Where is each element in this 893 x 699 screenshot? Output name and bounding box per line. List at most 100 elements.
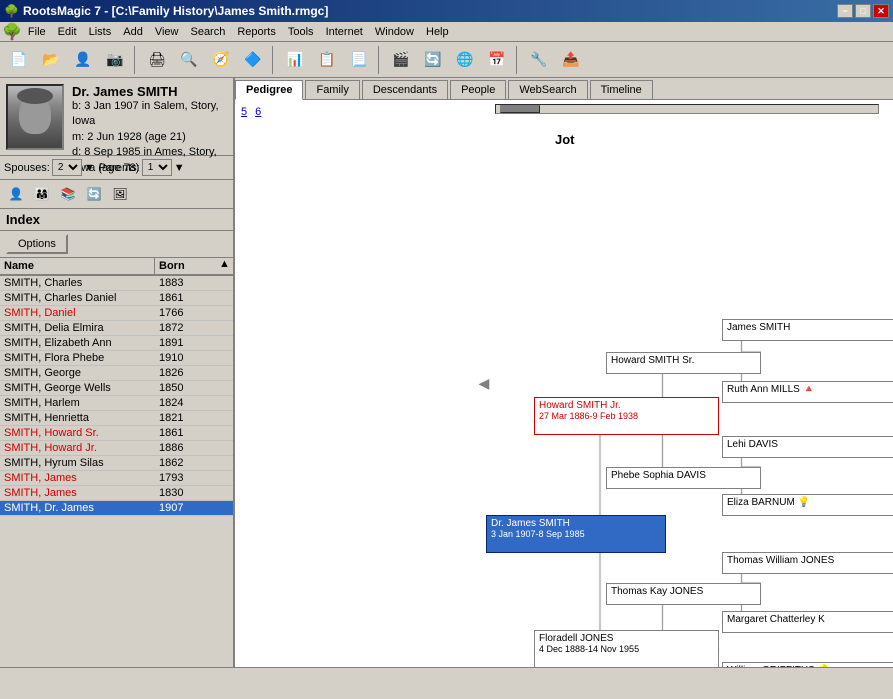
menu-reports[interactable]: Reports [231, 24, 282, 40]
camera-button[interactable]: 📷 [100, 46, 130, 74]
pedigree-box-thomas-william[interactable]: Thomas William JONES [722, 552, 893, 574]
menu-edit[interactable]: Edit [52, 24, 83, 40]
index-row[interactable]: SMITH, Daniel1766 [0, 306, 233, 321]
index-row-name: SMITH, Howard Sr. [0, 426, 155, 440]
close-button[interactable]: ✕ [873, 4, 889, 18]
diamond-button[interactable]: 🔷 [238, 46, 268, 74]
pedigree-box-phebe[interactable]: Phebe Sophia DAVIS [606, 467, 761, 489]
index-row[interactable]: SMITH, Harlem1824 [0, 396, 233, 411]
index-row[interactable]: SMITH, Charles1883 [0, 276, 233, 291]
person-sources-button[interactable]: 📚 [56, 183, 80, 205]
pedigree-box-floradell[interactable]: Floradell JONES 4 Dec 1888-14 Nov 1955 [534, 630, 719, 667]
lehi-name: Lehi DAVIS [727, 439, 893, 450]
index-table: Name Born ▲ SMITH, Charles1883SMITH, Cha… [0, 258, 233, 667]
person-info-panel: Dr. James SMITH b: 3 Jan 1907 in Salem, … [0, 78, 233, 156]
sync-button[interactable]: 🔄 [418, 46, 448, 74]
new-file-button[interactable]: 📄 [4, 46, 34, 74]
minimize-button[interactable]: − [837, 4, 853, 18]
left-panel: Dr. James SMITH b: 3 Jan 1907 in Salem, … [0, 78, 235, 667]
index-row[interactable]: SMITH, Charles Daniel1861 [0, 291, 233, 306]
menu-lists[interactable]: Lists [83, 24, 118, 40]
floradell-dates: 4 Dec 1888-14 Nov 1955 [539, 644, 714, 654]
pedigree-box-william-g[interactable]: William GRIFFITHS 💡 [722, 662, 893, 667]
index-row[interactable]: SMITH, Flora Phebe1910 [0, 351, 233, 366]
menu-tools[interactable]: Tools [282, 24, 320, 40]
pedigree-box-lehi[interactable]: Lehi DAVIS [722, 436, 893, 458]
pedigree-box-eliza[interactable]: Eliza BARNUM 💡 [722, 494, 893, 516]
menu-add[interactable]: Add [117, 24, 149, 40]
index-row[interactable]: SMITH, Howard Sr.1861 [0, 426, 233, 441]
index-row[interactable]: SMITH, James1793 [0, 471, 233, 486]
index-row[interactable]: SMITH, George Wells1850 [0, 381, 233, 396]
menu-view[interactable]: View [149, 24, 185, 40]
chart-button[interactable]: 📊 [280, 46, 310, 74]
person-media-button[interactable]: 🖼 [108, 183, 132, 205]
globe-button[interactable]: 🌐 [450, 46, 480, 74]
print-button[interactable]: 🖨 [142, 46, 172, 74]
menu-internet[interactable]: Internet [320, 24, 369, 40]
app-icon: 🌳 [4, 4, 19, 18]
maximize-button[interactable]: □ [855, 4, 871, 18]
navigate-button[interactable]: 🧭 [206, 46, 236, 74]
index-row-born: 1883 [155, 276, 233, 290]
spouses-dropdown[interactable]: 2 [52, 159, 82, 176]
index-row[interactable]: SMITH, George1826 [0, 366, 233, 381]
parents-dropdown[interactable]: 1 [142, 159, 172, 176]
person-family-button[interactable]: 👨‍👩‍👧 [30, 183, 54, 205]
tab-family[interactable]: Family [305, 80, 359, 99]
index-row[interactable]: SMITH, Dr. James1907 [0, 501, 233, 516]
search-button[interactable]: 🔍 [174, 46, 204, 74]
index-row[interactable]: SMITH, Delia Elmira1872 [0, 321, 233, 336]
pedigree-box-james-smith[interactable]: James SMITH [722, 319, 893, 341]
index-row[interactable]: SMITH, Elizabeth Ann1891 [0, 336, 233, 351]
menu-window[interactable]: Window [369, 24, 420, 40]
toolbar-separator-1 [134, 46, 138, 74]
menu-file[interactable]: File [22, 24, 52, 40]
list-button[interactable]: 📃 [344, 46, 374, 74]
pedigree-box-ruth-ann[interactable]: Ruth Ann MILLS 🔺 [722, 381, 893, 403]
nav-link-5[interactable]: 5 [241, 106, 247, 118]
report-button[interactable]: 📋 [312, 46, 342, 74]
index-row-born: 1826 [155, 366, 233, 380]
tab-timeline[interactable]: Timeline [590, 80, 653, 99]
person-edit-button[interactable]: 👤 [4, 183, 28, 205]
tab-descendants[interactable]: Descendants [362, 80, 448, 99]
nav-link-6[interactable]: 6 [255, 106, 261, 118]
tab-websearch[interactable]: WebSearch [508, 80, 587, 99]
pedigree-box-thomas-kay[interactable]: Thomas Kay JONES [606, 583, 761, 605]
pedigree-box-howard-sr[interactable]: Howard SMITH Sr. [606, 352, 761, 374]
person-button[interactable]: 👤 [68, 46, 98, 74]
index-row-born: 1862 [155, 456, 233, 470]
options-button[interactable]: Options [6, 234, 68, 254]
person-refresh-button[interactable]: 🔄 [82, 183, 106, 205]
open-button[interactable]: 📂 [36, 46, 66, 74]
scroll-indicator: ▲ [219, 258, 233, 274]
pedigree-box-margaret[interactable]: Margaret Chatterley K [722, 611, 893, 633]
james-smith-name: James SMITH [727, 322, 893, 333]
person-toolbar: 👤 👨‍👩‍👧 📚 🔄 🖼 [0, 180, 233, 209]
index-scroll-area[interactable]: SMITH, Charles1883SMITH, Charles Daniel1… [0, 276, 233, 626]
menu-help[interactable]: Help [420, 24, 455, 40]
horizontal-scrollbar[interactable] [495, 104, 879, 114]
index-row[interactable]: SMITH, Henrietta1821 [0, 411, 233, 426]
index-row-born: 1861 [155, 426, 233, 440]
thomas-kay-name: Thomas Kay JONES [611, 586, 756, 597]
tab-people[interactable]: People [450, 80, 506, 99]
media-button[interactable]: 🎬 [386, 46, 416, 74]
export-btn[interactable]: 📤 [556, 46, 586, 74]
pedigree-box-howard-jr[interactable]: Howard SMITH Jr. 27 Mar 1886-9 Feb 1938 [534, 397, 719, 435]
index-title: Index [0, 209, 233, 231]
menu-search[interactable]: Search [184, 24, 231, 40]
pedigree-arrow-left[interactable]: ◄ [475, 373, 493, 394]
parents-dropdown-arrow: ▼ [174, 162, 185, 174]
index-row[interactable]: SMITH, Hyrum Silas1862 [0, 456, 233, 471]
index-row[interactable]: SMITH, James1830 [0, 486, 233, 501]
index-row[interactable]: SMITH, Howard Jr.1886 [0, 441, 233, 456]
tab-pedigree[interactable]: Pedigree [235, 80, 303, 100]
pedigree-box-main[interactable]: Dr. James SMITH 3 Jan 1907-8 Sep 1985 [486, 515, 666, 553]
horizontal-scrollbar-thumb[interactable] [500, 105, 540, 113]
toolbar-separator-4 [516, 46, 520, 74]
calendar-button[interactable]: 📅 [482, 46, 512, 74]
ruth-ann-name: Ruth Ann MILLS 🔺 [727, 384, 893, 395]
tools-btn[interactable]: 🔧 [524, 46, 554, 74]
